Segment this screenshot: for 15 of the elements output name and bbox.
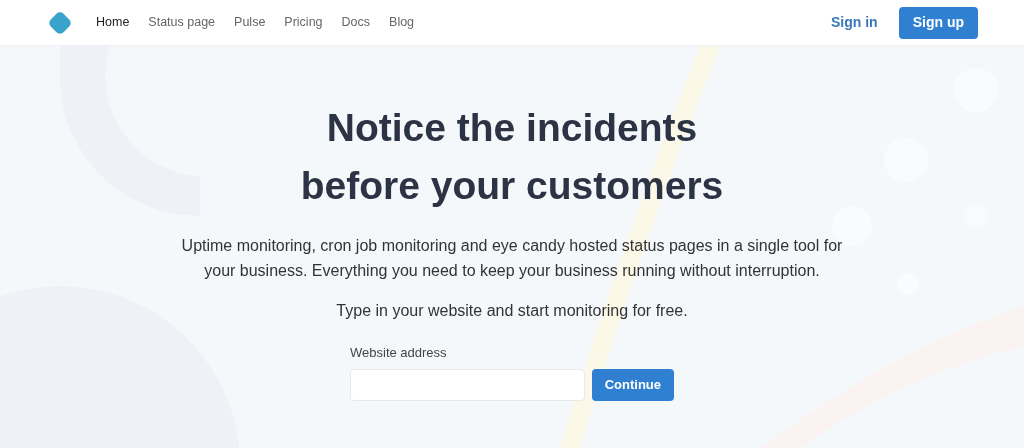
hero-title: before your customers bbox=[300, 163, 724, 209]
nav-link[interactable]: Docs bbox=[341, 13, 371, 32]
hero-prompt: Type in your website and start monitoring for free. bbox=[336, 301, 688, 321]
sign-in-link[interactable]: Sign in bbox=[831, 12, 878, 33]
sign-up-button[interactable]: Sign up bbox=[898, 6, 978, 39]
website-address-field[interactable] bbox=[350, 368, 585, 401]
hero-description: Uptime monitoring, cron job monitoring and eye candy hosted status pages in a single tool for your business. Everything you need to keep your business running without interruption. bbox=[180, 236, 844, 281]
nav-link[interactable]: Status page bbox=[148, 13, 216, 32]
nav-link[interactable]: Pulse bbox=[234, 13, 266, 32]
nav-link[interactable]: Home bbox=[96, 13, 130, 32]
nav-link[interactable]: Pricing bbox=[284, 13, 323, 32]
hero-title: Notice the incidents bbox=[326, 105, 698, 151]
nav-link[interactable]: Blog bbox=[389, 13, 415, 32]
continue-button[interactable]: Continue bbox=[591, 368, 674, 401]
field-label: Website address bbox=[350, 344, 448, 362]
